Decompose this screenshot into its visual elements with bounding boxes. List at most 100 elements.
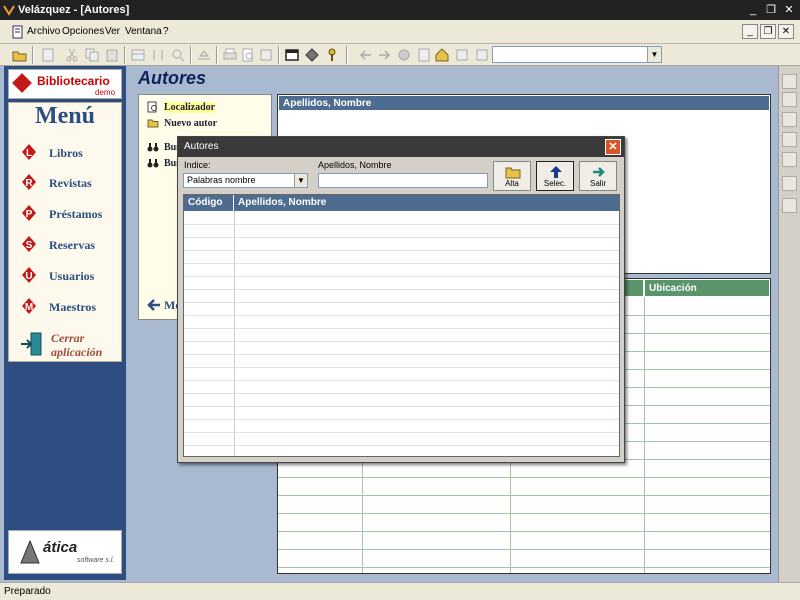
paste-icon[interactable]	[104, 47, 120, 63]
side-tool-button[interactable]	[782, 92, 797, 107]
print-icon[interactable]	[222, 47, 238, 63]
print-preview-icon[interactable]	[240, 47, 256, 63]
tag-icon[interactable]	[304, 47, 320, 63]
menu-help[interactable]: ?	[163, 26, 169, 37]
back-icon[interactable]	[358, 47, 374, 63]
side-tool-button[interactable]	[782, 112, 797, 127]
stop-icon[interactable]	[396, 47, 412, 63]
row-divider	[184, 302, 619, 303]
row-divider	[278, 513, 770, 514]
salir-button-label: Salir	[589, 179, 606, 188]
row-divider	[184, 393, 619, 394]
salir-button[interactable]: Salir	[579, 161, 617, 191]
window-icon[interactable]	[284, 47, 300, 63]
side-tool-button[interactable]	[782, 198, 797, 213]
close-app-label-1: Cerrar	[51, 331, 85, 345]
binoculars-icon	[147, 143, 159, 152]
folder-icon	[505, 167, 521, 179]
mdi-restore-button[interactable]: ❐	[760, 24, 776, 39]
side-tool-button[interactable]	[782, 132, 797, 147]
mdi-minimize-button[interactable]: _	[742, 24, 758, 39]
maximize-button[interactable]: ❐	[764, 3, 778, 17]
brand-sub: software s.l.	[77, 557, 115, 564]
column-header-apellidos[interactable]: Apellidos, Nombre	[234, 195, 619, 211]
home-icon[interactable]	[434, 47, 450, 63]
column-header-codigo[interactable]: Código	[184, 195, 234, 211]
new-record-icon[interactable]	[40, 47, 56, 63]
sidebar-item-prestamos[interactable]: P Préstamos	[19, 202, 119, 224]
sidebar-item-libros[interactable]: L Libros	[19, 141, 119, 163]
sidebar-item-maestros[interactable]: M Maestros	[19, 295, 119, 317]
favorites-icon[interactable]	[454, 47, 470, 63]
exit-arrow-icon	[593, 167, 605, 177]
sidebar-item-label: Reservas	[49, 238, 95, 252]
reservas-icon: S	[22, 236, 36, 252]
chevron-down-icon[interactable]: ▼	[647, 47, 661, 62]
close-app-label-2: aplicación	[51, 345, 103, 359]
side-tool-button[interactable]	[782, 74, 797, 89]
toolbar-separator	[190, 46, 192, 64]
menu-opciones[interactable]: Opciones	[62, 26, 104, 37]
close-button[interactable]: ✕	[782, 3, 796, 17]
help-icon[interactable]	[474, 47, 490, 63]
menu-ver[interactable]: Ver	[105, 26, 120, 37]
find-icon[interactable]	[170, 47, 186, 63]
column-header-ubicacion[interactable]: Ubicación	[644, 279, 770, 297]
dialog-title-bar[interactable]: Autores ✕	[178, 137, 624, 157]
sidebar-item-revistas[interactable]: R Revistas	[19, 171, 119, 193]
menu-archivo[interactable]: Archivo	[27, 26, 60, 37]
row-divider	[278, 549, 770, 550]
menu-bar: Archivo Opciones Ver Ventana ? _ ❐ ✕	[0, 20, 800, 44]
row-divider	[184, 406, 619, 407]
locator-item-label: Localizador	[164, 102, 216, 113]
chevron-down-icon[interactable]: ▼	[294, 174, 307, 187]
prestamos-letter: P	[26, 209, 33, 220]
row-divider	[184, 250, 619, 251]
select-button[interactable]: Selec.	[536, 161, 574, 191]
dialog-close-button[interactable]: ✕	[605, 139, 621, 155]
close-app-button[interactable]: Cerrar aplicación	[19, 329, 119, 361]
toolbar-combo[interactable]: ▼	[492, 46, 662, 63]
revistas-icon: R	[22, 174, 36, 190]
mdi-close-button[interactable]: ✕	[778, 24, 794, 39]
search-input[interactable]	[318, 173, 488, 188]
export-icon[interactable]	[258, 47, 274, 63]
row-divider	[278, 531, 770, 532]
refresh-icon[interactable]	[416, 47, 432, 63]
indice-select[interactable]: Palabras nombre ▼	[183, 173, 308, 188]
libros-icon: L	[22, 144, 36, 160]
row-divider	[278, 495, 770, 496]
row-divider	[184, 445, 619, 446]
row-divider	[184, 237, 619, 238]
side-tool-button[interactable]	[782, 152, 797, 167]
row-divider	[184, 289, 619, 290]
row-divider	[278, 567, 770, 568]
window-title: Velázquez - [Autores]	[18, 4, 130, 16]
toolbar: ▼	[0, 44, 800, 66]
sidebar-item-reservas[interactable]: S Reservas	[19, 233, 119, 255]
row-divider	[184, 380, 619, 381]
usuarios-letter: U	[25, 271, 32, 282]
indice-label: Indice:	[184, 160, 211, 170]
erase-icon[interactable]	[196, 47, 212, 63]
copy-icon[interactable]	[84, 47, 100, 63]
alta-button[interactable]: Alta	[493, 161, 531, 191]
cut-icon[interactable]	[64, 47, 80, 63]
forward-icon[interactable]	[376, 47, 392, 63]
sort-icon[interactable]	[150, 47, 166, 63]
open-icon[interactable]	[12, 47, 28, 63]
row-divider	[184, 328, 619, 329]
atica-logo: ática software s.l.	[8, 530, 122, 574]
sidebar-item-usuarios[interactable]: U Usuarios	[19, 264, 119, 286]
key-icon[interactable]	[324, 47, 340, 63]
toolbar-separator	[346, 46, 348, 64]
side-tool-button[interactable]	[782, 176, 797, 191]
menu-ventana[interactable]: Ventana	[125, 26, 162, 37]
table-icon[interactable]	[130, 47, 146, 63]
menu-title: Menú	[35, 103, 95, 129]
minimize-button[interactable]: _	[746, 3, 760, 17]
column-header-apellidos[interactable]: Apellidos, Nombre	[278, 95, 770, 111]
arrow-left-icon	[147, 299, 160, 311]
locator-item-label: Nuevo autor	[164, 118, 218, 129]
atica-logo-icon	[20, 539, 40, 564]
